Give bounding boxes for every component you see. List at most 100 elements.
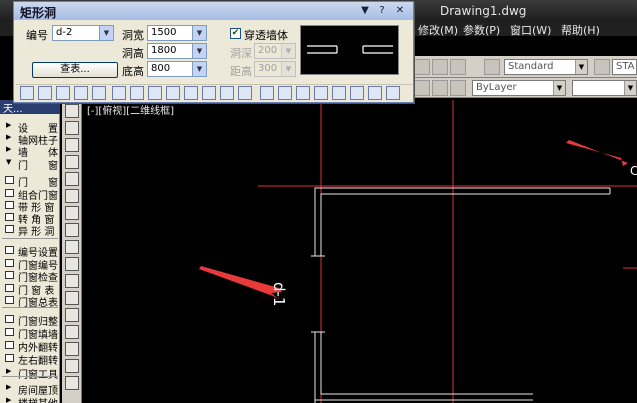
tool-icon [5, 354, 14, 362]
query-table-button[interactable]: 查表... [32, 62, 118, 78]
palette-item[interactable]: 门窗归整 [0, 313, 60, 328]
door-type-icon[interactable] [148, 86, 162, 100]
door-type-icon[interactable] [20, 86, 34, 100]
draw-tool-icon[interactable] [65, 240, 79, 254]
draw-tool-icon[interactable] [65, 376, 79, 390]
toolbar-icon[interactable] [450, 80, 466, 96]
palette-item[interactable]: 门窗编号 [0, 257, 60, 272]
help-button[interactable]: ? [375, 4, 389, 18]
dim-style-select[interactable]: STA [612, 59, 637, 75]
draw-tool-icon[interactable] [65, 291, 79, 305]
color-select[interactable]: ByLayer ▼ [472, 80, 566, 96]
palette-divider [2, 376, 58, 377]
palette-item[interactable]: ▶ 楼梯其他 [0, 395, 60, 403]
height-select[interactable]: 1800 ▼ [147, 43, 207, 59]
wall-line [314, 187, 610, 256]
text-style-icon[interactable] [484, 59, 500, 75]
collapse-button[interactable]: ▼ [358, 4, 372, 18]
door-type-icon[interactable] [296, 86, 310, 100]
palette-item[interactable]: ▼ 门 窗 [0, 157, 60, 172]
draw-tool-icon[interactable] [65, 155, 79, 169]
door-type-icon[interactable] [260, 86, 274, 100]
palette-item[interactable]: 左右翻转 [0, 352, 60, 367]
text-style-value: Standard [508, 61, 554, 72]
palette-item[interactable]: 门 窗 表 [0, 282, 60, 297]
palette-item[interactable]: 编号设置 [0, 244, 60, 259]
door-type-icon[interactable] [368, 86, 382, 100]
text-style-select[interactable]: Standard ▼ [504, 59, 588, 75]
depth-select[interactable]: 200 ▼ [254, 43, 296, 59]
draw-tool-icon[interactable] [65, 206, 79, 220]
palette-item[interactable]: 内外翻转 [0, 339, 60, 354]
palette-item[interactable]: 带 形 窗 [0, 199, 60, 214]
number-select[interactable]: d-2 ▼ [52, 25, 114, 41]
door-type-icon[interactable] [332, 86, 346, 100]
color-value: ByLayer [476, 82, 517, 93]
door-type-icon[interactable] [350, 86, 364, 100]
draw-tool-icon[interactable] [65, 138, 79, 152]
door-type-icon[interactable] [238, 86, 252, 100]
door-type-icon[interactable] [202, 86, 216, 100]
table-icon [5, 284, 14, 292]
toolbar-icon[interactable] [432, 80, 448, 96]
drawing-canvas[interactable]: [-][俯视][二维线框] d-1 C [83, 100, 637, 403]
draw-tool-icon[interactable] [65, 308, 79, 322]
chevron-down-icon: ▼ [575, 60, 587, 74]
palette-item[interactable]: 门窗总表 [0, 294, 60, 309]
window-icon [5, 201, 14, 209]
palette-item[interactable]: ▶ 设 置 [0, 120, 60, 135]
menu-modify[interactable]: 修改(M) [418, 22, 458, 38]
toolbar-icon[interactable] [414, 59, 430, 75]
tool-icon [5, 328, 14, 336]
palette-item[interactable]: ▶ 墙 体 [0, 144, 60, 159]
door-type-icon[interactable] [220, 86, 234, 100]
distance-select[interactable]: 300 ▼ [254, 61, 296, 77]
sill-select[interactable]: 800 ▼ [147, 61, 207, 77]
door-type-icon[interactable] [130, 86, 144, 100]
door-type-icon[interactable] [314, 86, 328, 100]
width-select[interactable]: 1500 ▼ [147, 25, 207, 41]
draw-tool-icon[interactable] [65, 223, 79, 237]
through-wall-label: 穿透墙体 [244, 29, 288, 42]
expand-arrow-icon: ▶ [6, 367, 12, 375]
draw-tool-icon[interactable] [65, 359, 79, 373]
door-type-icon[interactable] [166, 86, 180, 100]
door-type-icon[interactable] [92, 86, 106, 100]
draw-tool-icon[interactable] [65, 104, 79, 118]
dim-style-icon[interactable] [594, 59, 610, 75]
draw-tool-icon[interactable] [65, 274, 79, 288]
draw-tool-icon[interactable] [65, 189, 79, 203]
draw-tool-icon[interactable] [65, 172, 79, 186]
door-type-icon[interactable] [56, 86, 70, 100]
palette-item[interactable]: 异 形 洞 [0, 223, 60, 238]
door-type-icon[interactable] [112, 86, 126, 100]
menu-window[interactable]: 窗口(W) [510, 22, 551, 38]
door-type-icon[interactable] [38, 86, 52, 100]
menu-help[interactable]: 帮助(H) [561, 22, 600, 38]
menu-parameter[interactable]: 参数(P) [463, 22, 500, 38]
draw-tool-icon[interactable] [65, 342, 79, 356]
close-button[interactable]: ✕ [393, 4, 407, 18]
dialog-titlebar[interactable]: 矩形洞 ▼ ? ✕ [14, 2, 413, 20]
door-type-icon[interactable] [386, 86, 400, 100]
wall-line [320, 332, 533, 395]
palette-item[interactable]: 转 角 窗 [0, 211, 60, 226]
dialog-toolbar [16, 84, 412, 102]
linetype-select[interactable]: ▼ [572, 80, 637, 96]
palette-item[interactable]: 门 窗 [0, 174, 60, 189]
palette-item[interactable]: ▶ 轴网柱子 [0, 132, 60, 147]
draw-tool-icon[interactable] [65, 257, 79, 271]
palette-item[interactable]: 门窗填墙 [0, 326, 60, 341]
palette-item[interactable]: 组合门窗 [0, 187, 60, 202]
toolbar-icon[interactable] [450, 59, 466, 75]
toolbar-icon[interactable] [432, 59, 448, 75]
draw-tool-icon[interactable] [65, 121, 79, 135]
toolbar-icon[interactable] [414, 80, 430, 96]
palette-item[interactable]: 门窗检查 [0, 269, 60, 284]
door-type-icon[interactable] [184, 86, 198, 100]
draw-tool-icon[interactable] [65, 325, 79, 339]
door-type-icon[interactable] [278, 86, 292, 100]
through-wall-checkbox[interactable]: ✔ [230, 28, 241, 39]
palette-item[interactable]: ▶ 房间屋顶 [0, 382, 60, 397]
door-type-icon[interactable] [74, 86, 88, 100]
